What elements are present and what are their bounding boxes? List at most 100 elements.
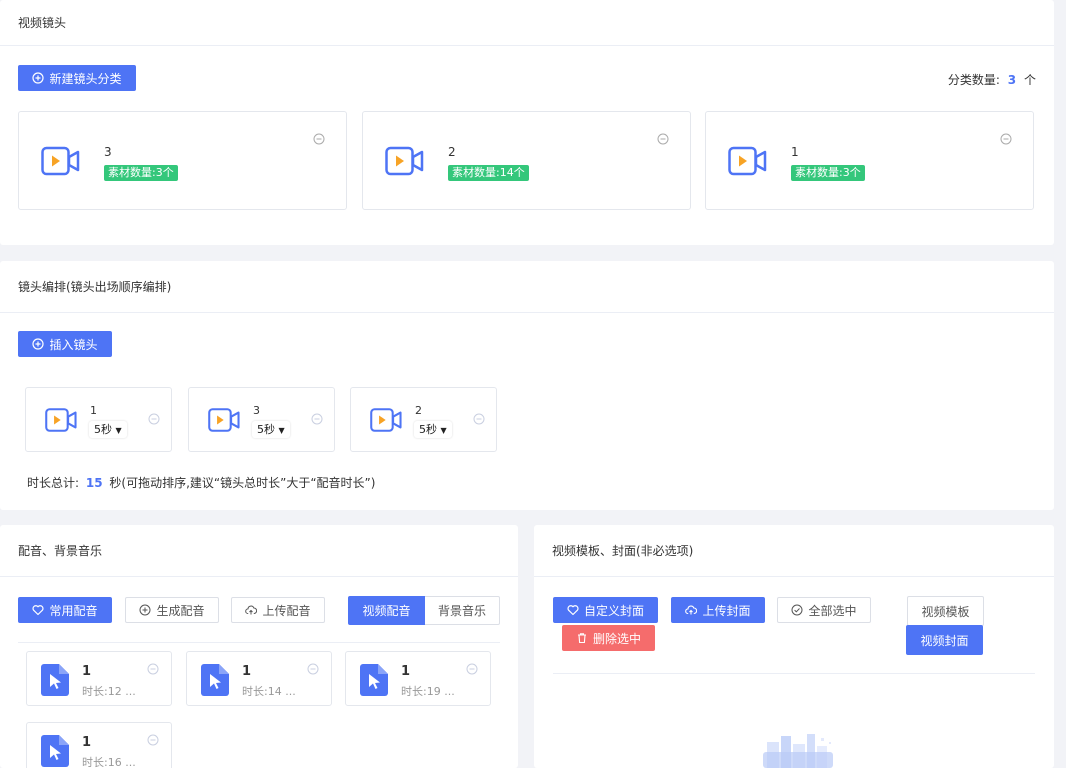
insert-shot-button[interactable]: 插入镜头 (18, 331, 112, 357)
category-count-label: 分类数量: (947, 73, 1000, 87)
upload-voice-label: 上传配音 (262, 603, 311, 618)
trash-icon (577, 633, 586, 644)
category-card[interactable]: 1 素材数量:3个 (705, 111, 1034, 210)
shot-card[interactable]: 3 5秒 ▼ (188, 387, 335, 452)
total-duration: 时长总计: 15 秒(可拖动排序,建议“镜头总时长”大于“配音时长”) (27, 474, 375, 491)
insert-shot-label: 插入镜头 (49, 337, 98, 352)
upload-voice-button[interactable]: 上传配音 (231, 597, 325, 623)
plus-circle-icon (32, 72, 45, 84)
category-name: 1 (791, 145, 799, 159)
audio-tab-voice[interactable]: 视频配音 (348, 596, 425, 625)
audio-item-name: 1 (82, 735, 92, 750)
audio-item-duration: 时长:12 ... (82, 685, 136, 698)
delete-selected-button[interactable]: 删除选中 (562, 625, 655, 651)
upload-cover-button[interactable]: 上传封面 (671, 597, 765, 623)
template-title: 视频模板、封面(非必选项) (534, 525, 1054, 577)
cloud-upload-icon (245, 605, 258, 615)
video-camera-icon (41, 146, 80, 176)
remove-icon[interactable] (307, 663, 319, 675)
audio-tab-music-label: 背景音乐 (437, 604, 486, 618)
remove-icon[interactable] (313, 133, 325, 145)
duration-select[interactable]: 5秒 ▼ (252, 421, 290, 438)
template-tab-cover[interactable]: 视频封面 (906, 625, 983, 655)
check-circle-icon (791, 604, 803, 616)
remove-icon[interactable] (1000, 133, 1012, 145)
shot-card[interactable]: 1 5秒 ▼ (25, 387, 172, 452)
video-shots-panel: 视频镜头 新建镜头分类 分类数量: 3 个 3 素材数量:3个 2 素材数量:1… (0, 0, 1054, 245)
audio-item-name: 1 (82, 664, 92, 679)
caret-down-icon: ▼ (278, 426, 285, 435)
plus-circle-icon (139, 604, 151, 616)
template-tab-template-label: 视频模板 (921, 604, 970, 619)
template-divider (553, 673, 1035, 674)
template-tab-cover-label: 视频封面 (920, 633, 969, 648)
duration-value: 5秒 (94, 423, 112, 436)
audio-item-duration: 时长:16 ... (82, 756, 136, 768)
remove-icon[interactable] (473, 413, 485, 425)
audio-item[interactable]: 1 时长:16 ... (26, 722, 172, 768)
upload-cover-label: 上传封面 (702, 603, 751, 618)
material-count-badge: 素材数量:14个 (448, 165, 529, 181)
video-camera-icon (45, 408, 77, 432)
category-count-value: 3 (1007, 73, 1017, 87)
select-all-label: 全部选中 (808, 603, 857, 618)
audio-divider (18, 642, 500, 643)
audio-file-icon (360, 664, 388, 696)
custom-cover-label: 自定义封面 (583, 603, 644, 618)
video-camera-icon (208, 408, 240, 432)
remove-icon[interactable] (148, 413, 160, 425)
audio-item[interactable]: 1 时长:14 ... (186, 651, 332, 706)
audio-item[interactable]: 1 时长:12 ... (26, 651, 172, 706)
video-shots-title: 视频镜头 (0, 0, 1054, 46)
plus-circle-icon (32, 338, 45, 350)
total-duration-label: 时长总计: (27, 476, 80, 490)
total-duration-note: 秒(可拖动排序,建议“镜头总时长”大于“配音时长”) (109, 476, 376, 490)
audio-file-icon (41, 735, 69, 767)
audio-tab-music[interactable]: 背景音乐 (425, 596, 500, 625)
duration-value: 5秒 (257, 423, 275, 436)
shot-name: 1 (90, 404, 97, 417)
duration-select[interactable]: 5秒 ▼ (414, 421, 452, 438)
cloud-upload-icon (685, 605, 698, 615)
custom-cover-button[interactable]: 自定义封面 (553, 597, 658, 623)
common-voice-button[interactable]: 常用配音 (18, 597, 112, 623)
material-count-badge: 素材数量:3个 (791, 165, 865, 181)
duration-select[interactable]: 5秒 ▼ (89, 421, 127, 438)
category-card[interactable]: 2 素材数量:14个 (362, 111, 691, 210)
common-voice-label: 常用配音 (49, 603, 98, 618)
template-panel: 视频模板、封面(非必选项) 自定义封面 上传封面 全部选中 删除选中 视频模板 … (534, 525, 1054, 768)
category-name: 3 (104, 145, 112, 159)
audio-title: 配音、背景音乐 (0, 525, 518, 577)
new-category-label: 新建镜头分类 (49, 71, 122, 86)
remove-icon[interactable] (466, 663, 478, 675)
category-count: 分类数量: 3 个 (948, 71, 1036, 88)
video-camera-icon (728, 146, 767, 176)
audio-item[interactable]: 1 时长:19 ... (345, 651, 491, 706)
total-duration-value: 15 (85, 476, 103, 490)
category-card[interactable]: 3 素材数量:3个 (18, 111, 347, 210)
category-count-unit: 个 (1023, 73, 1036, 87)
new-category-button[interactable]: 新建镜头分类 (18, 65, 136, 91)
shot-card[interactable]: 2 5秒 ▼ (350, 387, 497, 452)
audio-file-icon (41, 664, 69, 696)
shot-name: 3 (253, 404, 260, 417)
delete-selected-label: 删除选中 (592, 631, 641, 646)
remove-icon[interactable] (147, 663, 159, 675)
audio-item-duration: 时长:19 ... (401, 685, 455, 698)
audio-file-icon (201, 664, 229, 696)
remove-icon[interactable] (147, 734, 159, 746)
audio-tab-voice-label: 视频配音 (362, 604, 411, 618)
arrangement-panel: 镜头编排(镜头出场顺序编排) 插入镜头 (0, 261, 1054, 510)
category-name: 2 (448, 145, 456, 159)
remove-icon[interactable] (657, 133, 669, 145)
select-all-button[interactable]: 全部选中 (777, 597, 871, 623)
heart-icon (567, 605, 579, 616)
generate-voice-label: 生成配音 (156, 603, 205, 618)
material-count-badge: 素材数量:3个 (104, 165, 178, 181)
arrangement-title: 镜头编排(镜头出场顺序编排) (0, 261, 1054, 313)
remove-icon[interactable] (311, 413, 323, 425)
generate-voice-button[interactable]: 生成配音 (125, 597, 219, 623)
video-camera-icon (385, 146, 424, 176)
audio-item-name: 1 (242, 664, 252, 679)
template-tab-template[interactable]: 视频模板 (907, 596, 984, 626)
